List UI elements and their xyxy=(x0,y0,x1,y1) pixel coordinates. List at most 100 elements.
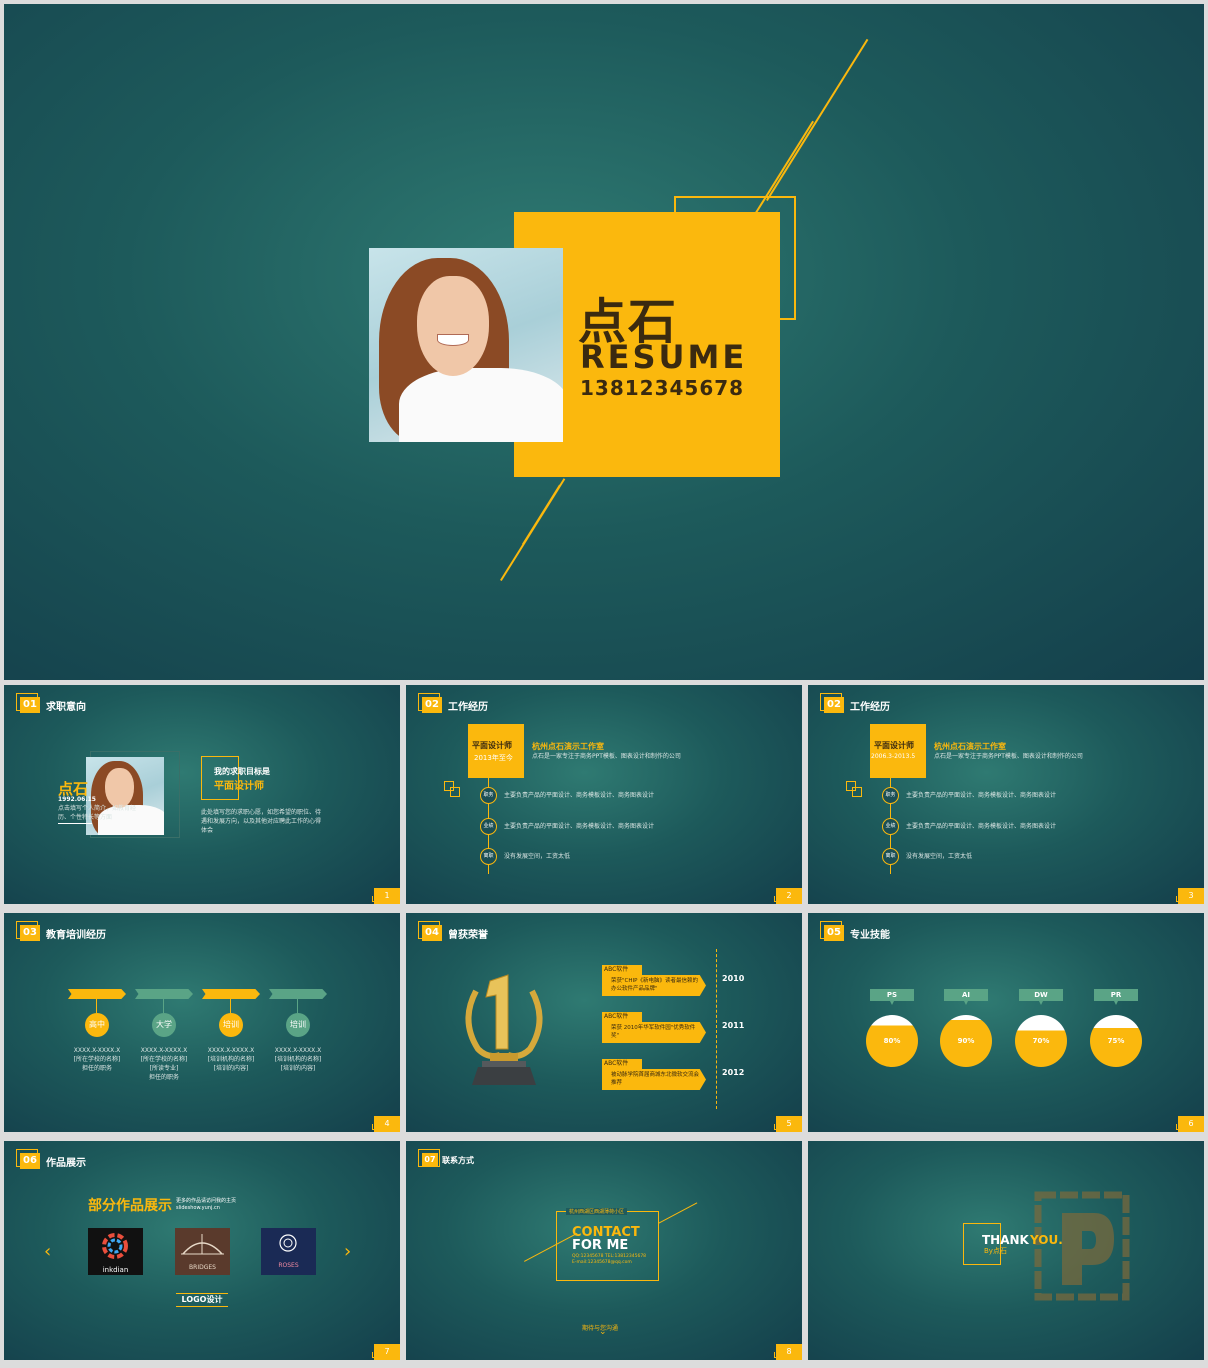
deco-line xyxy=(658,1202,698,1224)
item-text: 主要负责产品的平面设计、商务模板设计、商务图表设计 xyxy=(906,823,1057,830)
logo-label: BRIDGES xyxy=(189,1264,216,1271)
role-title: 平面设计师 xyxy=(472,741,512,750)
thanks-by: By点石 xyxy=(984,1247,1007,1255)
qq-tel: QQ:12345678 TEL:13812345678 xyxy=(572,1254,647,1259)
slide-3-work[interactable]: 02 工作经历 平面设计师 2006.3-2013.5 杭州点石演示工作室 点石… xyxy=(808,685,1204,904)
thanks-text: THANK xyxy=(982,1233,1029,1247)
email[interactable]: E-mail:12345678@qq.com xyxy=(572,1260,632,1265)
stage-circle: 培训 xyxy=(286,1013,310,1037)
skills-chart: PS 80% AI 90% DW 70% PR 75% xyxy=(808,913,1204,1132)
color-wheel-icon xyxy=(102,1233,128,1259)
item-tag: 职务 xyxy=(480,787,497,804)
slide-5-honors[interactable]: 04 曾获荣誉 ABC软件 荣获"CHIP《新电脑》读者最信赖的办公软件产品品牌… xyxy=(406,913,802,1132)
logo-inkdian[interactable]: inkdian xyxy=(88,1228,143,1275)
logo-bridges[interactable]: BRIDGES xyxy=(175,1228,230,1275)
section-title: 求职意向 xyxy=(46,702,86,713)
section-number: 03 xyxy=(20,925,40,941)
works-url[interactable]: slideshow.yunj.cn xyxy=(176,1205,220,1211)
skill-label: PR xyxy=(1094,989,1138,1001)
stage-circle: 培训 xyxy=(219,1013,243,1037)
stage-line: [培训机构的名称] xyxy=(274,1056,322,1063)
role-box xyxy=(468,724,524,778)
slide-9-thanks[interactable]: THANK YOU. By点石 xyxy=(808,1141,1204,1360)
logo-roses[interactable]: ROSES xyxy=(261,1228,316,1275)
cover-resume: RESUME xyxy=(580,338,748,376)
deco-line xyxy=(766,38,869,202)
cover-slide[interactable]: 点石 RESUME 13812345678 xyxy=(4,4,1204,680)
slide-7-works[interactable]: 06 作品展示 部分作品展示 更多的作品请访问我的主页 slideshow.yu… xyxy=(4,1141,400,1360)
skill-connector xyxy=(964,1001,968,1005)
item-tag: 业绩 xyxy=(480,818,497,835)
slide-4-education[interactable]: 03 教育培训经历 高中 XXXX.X-XXXX.X [所在学校的名称] 担任的… xyxy=(4,913,400,1132)
role-title: 平面设计师 xyxy=(874,741,914,750)
company-name: 杭州点石演示工作室 xyxy=(532,742,604,751)
company-name: 杭州点石演示工作室 xyxy=(934,742,1006,751)
thanks-text-highlight: YOU. xyxy=(1030,1233,1063,1247)
slide-6-skills[interactable]: 05 专业技能 PS 80% AI 90% DW 70% PR 75% 6 xyxy=(808,913,1204,1132)
section-number: 04 xyxy=(422,925,442,941)
role-period: 2006.3-2013.5 xyxy=(871,753,916,760)
stage-connector xyxy=(297,999,298,1013)
stage-circle: 大学 xyxy=(152,1013,176,1037)
stage-connector xyxy=(96,999,97,1013)
skill-percent: 75% xyxy=(1107,1037,1125,1045)
section-number: 02 xyxy=(422,697,442,713)
item-tag: 职务 xyxy=(882,787,899,804)
page-number: 1 xyxy=(374,888,400,904)
stage-circle: 高中 xyxy=(85,1013,109,1037)
stage-arrow xyxy=(135,989,193,999)
skill-label: DW xyxy=(1019,989,1063,1001)
stage-date: XXXX.X-XXXX.X xyxy=(274,1047,322,1054)
cover-phone: 13812345678 xyxy=(580,376,745,400)
deco-square xyxy=(852,787,862,797)
logo-label: inkdian xyxy=(102,1266,129,1274)
slide-1-intent[interactable]: 01 求职意向 点石 1992.06.15 点击填写个人简介，如教育经历、个性特… xyxy=(4,685,400,904)
bridge-icon xyxy=(181,1234,224,1255)
skill-connector xyxy=(1039,1001,1043,1005)
item-tag: 离职 xyxy=(882,848,899,865)
section-number: 07 xyxy=(422,1153,438,1167)
underline xyxy=(58,823,92,824)
prev-arrow-icon[interactable]: ‹ xyxy=(44,1241,51,1262)
rose-icon xyxy=(279,1234,297,1252)
stage-line: [培训的内容] xyxy=(280,1065,316,1072)
profile-photo xyxy=(86,757,164,835)
section-title: 工作经历 xyxy=(448,702,488,713)
skill-percent: 90% xyxy=(957,1037,975,1045)
role-period: 2013年至今 xyxy=(474,754,513,762)
section-title: 作品展示 xyxy=(46,1158,86,1169)
role-box xyxy=(870,724,926,778)
skill-connector xyxy=(890,1001,894,1005)
page-number: 5 xyxy=(776,1116,802,1132)
section-title: 曾获荣誉 xyxy=(448,930,488,941)
logo-caption: LOGO设计 xyxy=(176,1293,228,1307)
company-desc: 点石是一家专注于商务PPT模板、图表设计和制作的公司 xyxy=(532,753,681,760)
skill-connector xyxy=(1114,1001,1118,1005)
stage-arrow xyxy=(269,989,327,999)
section-title: 联系方式 xyxy=(442,1156,474,1165)
trophy-icon xyxy=(465,974,543,1085)
award-text: 荣获"CHIP《新电脑》读者最信赖的办公软件产品品牌" xyxy=(611,978,698,992)
section-title: 教育培训经历 xyxy=(46,930,106,941)
award-org: ABC软件 xyxy=(602,1059,642,1069)
skill-label: PS xyxy=(870,989,914,1001)
item-text: 主要负责产品的平面设计、商务模板设计、商务图表设计 xyxy=(504,823,655,830)
stage-line: 担任的职务 xyxy=(148,1074,179,1081)
slide-8-contact[interactable]: 07 联系方式 杭州西湖区西湖薄荷小区 CONTACT FOR ME QQ:12… xyxy=(406,1141,802,1360)
page-number: 7 xyxy=(374,1344,400,1360)
birthdate: 1992.06.15 xyxy=(58,796,96,803)
page-number: 6 xyxy=(1178,1116,1204,1132)
slide-2-work[interactable]: 02 工作经历 平面设计师 2013年至今 杭州点石演示工作室 点石是一家专注于… xyxy=(406,685,802,904)
goal-description: 此处填写您的求职心愿，如您希望的职位、待遇和发展方向，以及其他对应聘此工作的心得… xyxy=(201,809,322,834)
stage-line: [培训机构的名称] xyxy=(207,1056,255,1063)
chevron-down-icon[interactable]: ⌄ xyxy=(599,1327,607,1337)
award-org: ABC软件 xyxy=(602,1012,642,1022)
address: 杭州西湖区西湖薄荷小区 xyxy=(566,1208,628,1215)
skill-label: AI xyxy=(944,989,988,1001)
company-desc: 点石是一家专注于商务PPT模板、图表设计和制作的公司 xyxy=(934,753,1083,760)
contact-subtitle: FOR ME xyxy=(572,1238,629,1253)
deco-square xyxy=(450,787,460,797)
page-number: 4 xyxy=(374,1116,400,1132)
next-arrow-icon[interactable]: › xyxy=(344,1241,351,1262)
item-tag: 业绩 xyxy=(882,818,899,835)
